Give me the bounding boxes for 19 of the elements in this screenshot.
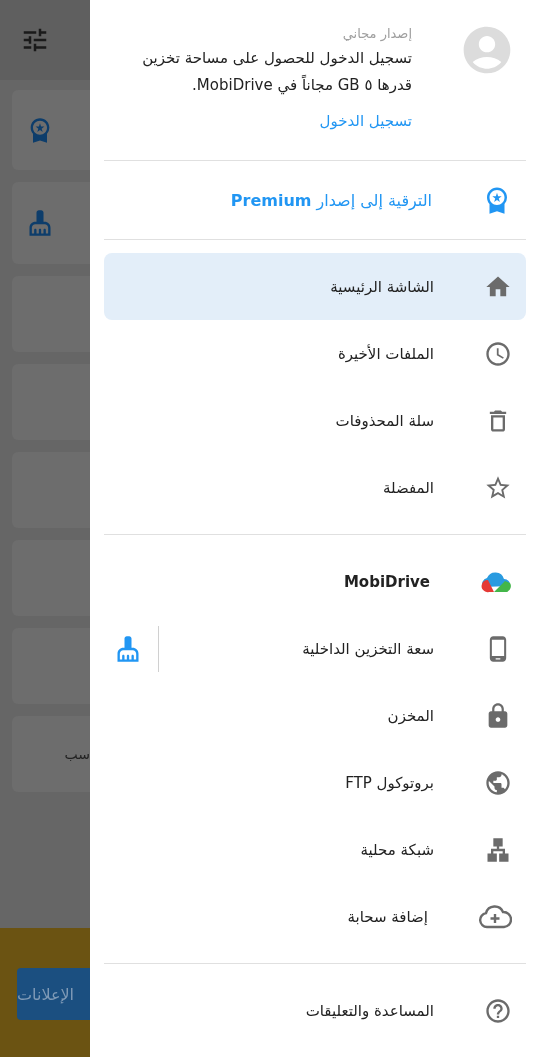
cloud-plus-icon bbox=[478, 903, 512, 930]
menu-item[interactable]: شبكة محلية bbox=[104, 816, 526, 884]
menu-item[interactable]: إضافة سحابة bbox=[104, 883, 526, 951]
menu-item[interactable]: سعة التخزين الداخلية bbox=[104, 615, 526, 683]
clock-icon bbox=[484, 339, 512, 368]
menu-item[interactable]: الملفات الأخيرة bbox=[104, 320, 526, 388]
menu-item[interactable]: MobiDrive bbox=[104, 548, 526, 616]
edition-label: إصدار مجاني bbox=[341, 26, 412, 41]
menu-item[interactable]: بروتوكول FTP bbox=[104, 749, 526, 817]
menu-item[interactable]: الشاشة الرئيسية bbox=[104, 253, 526, 321]
help-icon bbox=[484, 996, 512, 1025]
cloud-logo-icon bbox=[480, 570, 512, 593]
menu-item[interactable]: المساعدة والتعليقات bbox=[104, 977, 526, 1044]
card-text: سب bbox=[64, 746, 90, 762]
sign-in-message: تسجيل الدخول للحصول على مساحة تخزين قدرها ٥ GB مجاناً في MobiDrive. bbox=[141, 48, 412, 97]
menu-item[interactable]: سلة المحذوفات bbox=[104, 387, 526, 455]
menu-item[interactable]: المخزن bbox=[104, 682, 526, 750]
globe-icon bbox=[484, 768, 512, 797]
menu-item[interactable]: المفضلة bbox=[104, 454, 526, 522]
